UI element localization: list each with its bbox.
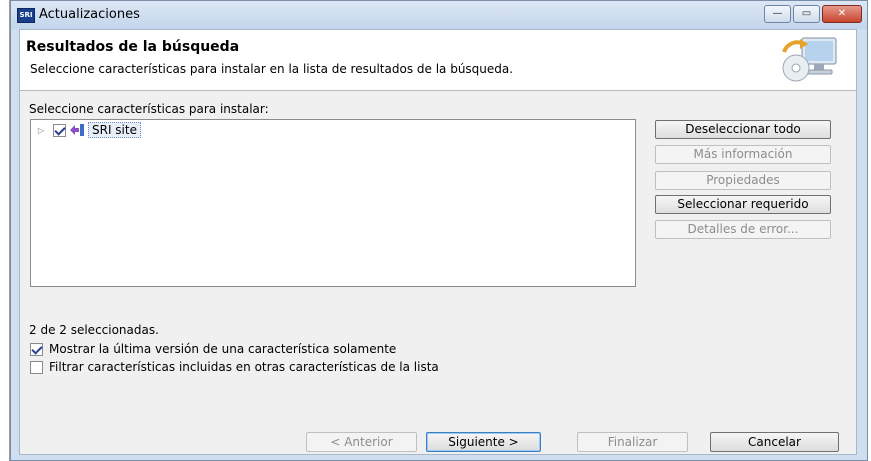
deselect-all-button[interactable]: Deseleccionar todo — [655, 120, 831, 139]
minimize-button[interactable]: — — [764, 5, 791, 23]
page-title: Resultados de la búsqueda — [26, 39, 240, 55]
tree-item-checkbox[interactable] — [53, 123, 66, 137]
app-logo-icon: SRI — [17, 8, 35, 23]
more-info-button[interactable]: Más información — [655, 145, 831, 164]
tree-item-label[interactable]: SRI site — [88, 122, 141, 138]
background-window-edge — [0, 0, 10, 461]
tree-label: Seleccione características para instalar… — [29, 102, 269, 116]
monitor-update-icon — [782, 37, 837, 82]
expand-arrow-icon[interactable]: ▷ — [35, 126, 47, 135]
update-site-icon — [70, 124, 84, 136]
maximize-button[interactable]: ▭ — [793, 5, 820, 23]
updates-dialog: SRI Actualizaciones — ▭ ✕ Resultados de … — [10, 0, 868, 461]
show-latest-checkbox[interactable] — [30, 342, 43, 356]
finish-button[interactable]: Finalizar — [577, 432, 688, 452]
title-bar[interactable]: SRI Actualizaciones — ▭ ✕ — [11, 1, 867, 29]
tree-item[interactable]: ▷ SRI site — [35, 122, 141, 138]
cancel-button[interactable]: Cancelar — [710, 432, 839, 452]
window-title: Actualizaciones — [39, 7, 140, 22]
select-required-button[interactable]: Seleccionar requerido — [655, 195, 831, 214]
back-button[interactable]: < Anterior — [306, 432, 417, 452]
properties-button[interactable]: Propiedades — [655, 171, 831, 190]
next-button[interactable]: Siguiente > — [426, 432, 541, 452]
dialog-client-area: Resultados de la búsqueda Seleccione car… — [19, 29, 857, 455]
error-details-button[interactable]: Detalles de error... — [655, 220, 831, 239]
page-subtitle: Seleccione características para instalar… — [30, 62, 514, 76]
wizard-header: Resultados de la búsqueda Seleccione car… — [20, 30, 856, 91]
selection-count: 2 de 2 seleccionadas. — [29, 323, 159, 337]
filter-included-option[interactable]: Filtrar características incluidas en otr… — [30, 360, 439, 374]
show-latest-label: Mostrar la última versión de una caracte… — [49, 342, 397, 356]
features-tree[interactable]: ▷ SRI site — [30, 119, 636, 287]
filter-included-label: Filtrar características incluidas en otr… — [49, 360, 439, 374]
close-button[interactable]: ✕ — [822, 5, 862, 23]
filter-included-checkbox[interactable] — [30, 360, 43, 374]
show-latest-option[interactable]: Mostrar la última versión de una caracte… — [30, 342, 396, 356]
